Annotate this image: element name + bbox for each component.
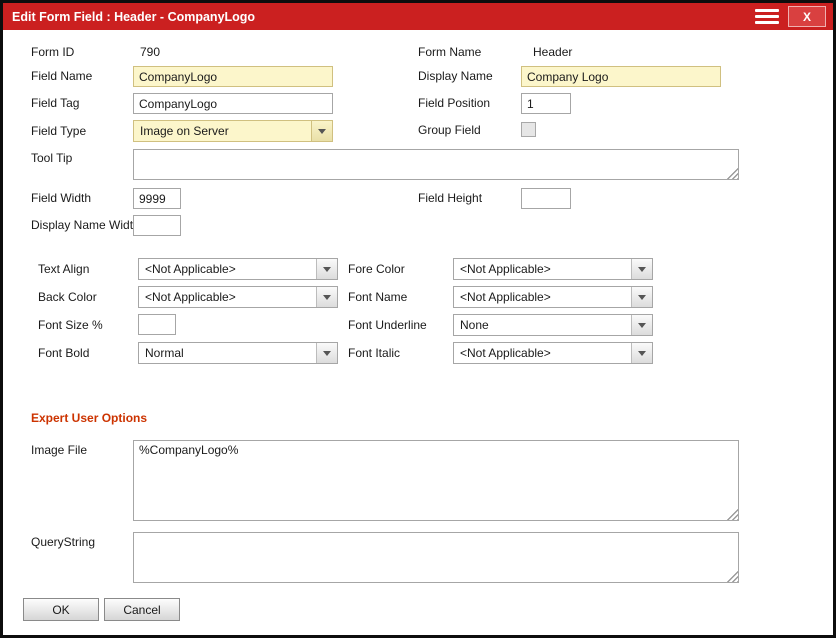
image-file-label: Image File	[31, 443, 87, 457]
font-underline-label: Font Underline	[348, 318, 427, 332]
back-color-value: <Not Applicable>	[139, 290, 316, 304]
chevron-down-icon	[631, 287, 652, 307]
fore-color-label: Fore Color	[348, 262, 405, 276]
expert-user-options-heading: Expert User Options	[31, 411, 147, 425]
chevron-down-icon	[311, 121, 332, 141]
text-align-dropdown[interactable]: <Not Applicable>	[138, 258, 338, 280]
font-size-label: Font Size %	[38, 318, 103, 332]
chevron-down-icon	[631, 315, 652, 335]
field-type-label: Field Type	[31, 124, 86, 138]
tool-tip-textarea[interactable]	[133, 149, 739, 180]
font-underline-value: None	[454, 318, 631, 332]
font-name-dropdown[interactable]: <Not Applicable>	[453, 286, 653, 308]
font-name-value: <Not Applicable>	[454, 290, 631, 304]
display-name-input[interactable]	[521, 66, 721, 87]
font-size-input[interactable]	[138, 314, 176, 335]
field-type-dropdown[interactable]: Image on Server	[133, 120, 333, 142]
image-file-textarea[interactable]: %CompanyLogo%	[133, 440, 739, 521]
field-height-label: Field Height	[418, 191, 482, 205]
tool-tip-label: Tool Tip	[31, 151, 72, 165]
group-field-label: Group Field	[418, 123, 481, 137]
form-name-label: Form Name	[418, 45, 481, 59]
hamburger-bar	[755, 15, 779, 18]
field-tag-input[interactable]	[133, 93, 333, 114]
form-name-value: Header	[533, 45, 572, 59]
chevron-down-icon	[316, 287, 337, 307]
query-string-label: QueryString	[31, 535, 95, 549]
chevron-down-icon	[316, 259, 337, 279]
query-string-textarea[interactable]	[133, 532, 739, 583]
form-id-value: 790	[140, 45, 160, 59]
display-name-width-label: Display Name Width	[31, 218, 140, 232]
dialog-titlebar: Edit Form Field : Header - CompanyLogo X	[3, 3, 833, 30]
chevron-down-icon	[316, 343, 337, 363]
field-height-input[interactable]	[521, 188, 571, 209]
chevron-down-icon	[631, 259, 652, 279]
font-bold-dropdown[interactable]: Normal	[138, 342, 338, 364]
field-width-label: Field Width	[31, 191, 91, 205]
chevron-down-icon	[631, 343, 652, 363]
back-color-label: Back Color	[38, 290, 97, 304]
field-name-label: Field Name	[31, 69, 92, 83]
field-type-value: Image on Server	[134, 124, 311, 138]
field-tag-label: Field Tag	[31, 96, 79, 110]
field-position-input[interactable]	[521, 93, 571, 114]
dialog-title: Edit Form Field : Header - CompanyLogo	[3, 10, 255, 24]
fore-color-value: <Not Applicable>	[454, 262, 631, 276]
font-italic-dropdown[interactable]: <Not Applicable>	[453, 342, 653, 364]
field-name-input[interactable]	[133, 66, 333, 87]
hamburger-bar	[755, 21, 779, 24]
edit-form-field-dialog: Edit Form Field : Header - CompanyLogo X…	[0, 0, 836, 638]
hamburger-bar	[755, 9, 779, 12]
fore-color-dropdown[interactable]: <Not Applicable>	[453, 258, 653, 280]
text-align-label: Text Align	[38, 262, 89, 276]
close-icon: X	[803, 10, 811, 24]
field-position-label: Field Position	[418, 96, 490, 110]
font-italic-value: <Not Applicable>	[454, 346, 631, 360]
text-align-value: <Not Applicable>	[139, 262, 316, 276]
form-id-label: Form ID	[31, 45, 74, 59]
hamburger-menu-icon[interactable]	[755, 9, 779, 24]
font-italic-label: Font Italic	[348, 346, 400, 360]
font-underline-dropdown[interactable]: None	[453, 314, 653, 336]
font-name-label: Font Name	[348, 290, 407, 304]
display-name-label: Display Name	[418, 69, 493, 83]
cancel-button[interactable]: Cancel	[104, 598, 180, 621]
font-bold-value: Normal	[139, 346, 316, 360]
display-name-width-input[interactable]	[133, 215, 181, 236]
font-bold-label: Font Bold	[38, 346, 89, 360]
ok-button[interactable]: OK	[23, 598, 99, 621]
field-width-input[interactable]	[133, 188, 181, 209]
back-color-dropdown[interactable]: <Not Applicable>	[138, 286, 338, 308]
close-button[interactable]: X	[788, 6, 826, 27]
group-field-checkbox[interactable]	[521, 122, 536, 137]
